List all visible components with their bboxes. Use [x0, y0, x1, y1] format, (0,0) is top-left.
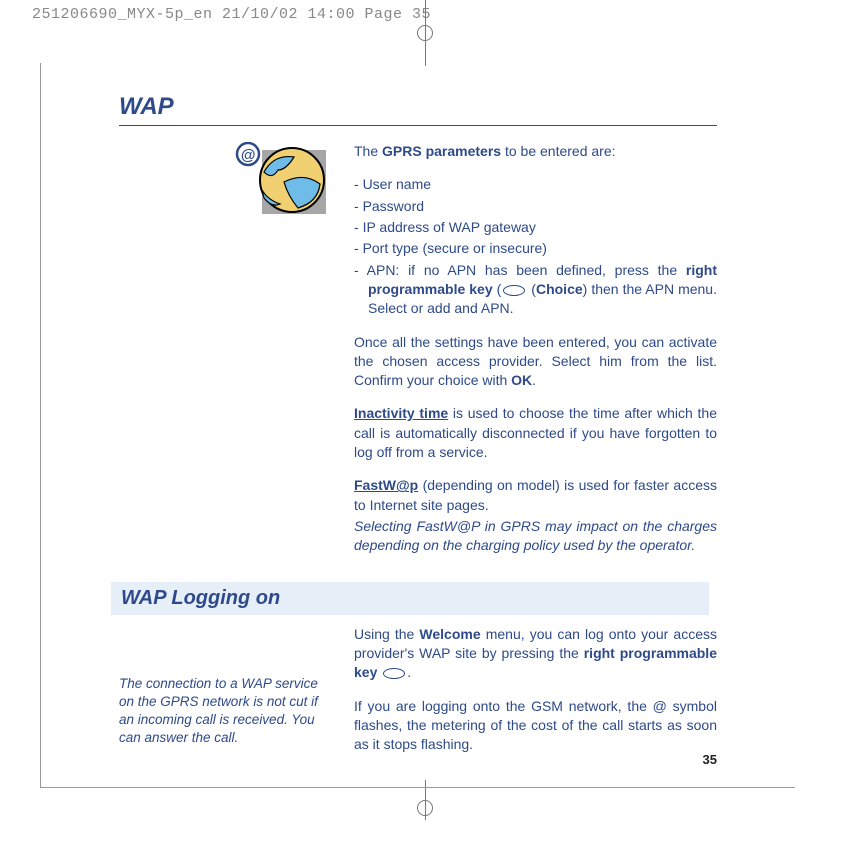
intro-line: The GPRS parameters to be entered are:: [354, 142, 717, 161]
list-item: User name: [354, 175, 717, 194]
section-heading-bar: WAP Logging on: [111, 582, 709, 615]
globe-icon: @: [119, 142, 334, 224]
side-note: The connection to a WAP service on the G…: [119, 675, 334, 748]
page-number: 35: [703, 752, 717, 767]
key-icon: [383, 668, 405, 679]
fastwap-para: FastW@p (depending on model) is used for…: [354, 476, 717, 515]
list-item: APN: if no APN has been defined, press t…: [354, 261, 717, 319]
fastwap-note: Selecting FastW@P in GPRS may impact on …: [354, 517, 717, 556]
activate-para: Once all the settings have been entered,…: [354, 333, 717, 391]
list-item: IP address of WAP gateway: [354, 218, 717, 237]
list-item: Password: [354, 197, 717, 216]
page-title: WAP: [119, 93, 717, 126]
gsm-para: If you are logging onto the GSM network,…: [354, 697, 717, 755]
list-item: Port type (secure or insecure): [354, 239, 717, 258]
print-slug: 251206690_MYX-5p_en 21/10/02 14:00 Page …: [32, 6, 431, 23]
svg-text:@: @: [241, 147, 256, 164]
inactivity-para: Inactivity time is used to choose the ti…: [354, 404, 717, 462]
section-heading: WAP Logging on: [121, 587, 699, 610]
key-icon: [503, 285, 525, 296]
welcome-para: Using the Welcome menu, you can log onto…: [354, 625, 717, 683]
page-content: WAP @ The GPRS parameters to be: [40, 63, 795, 788]
param-list: User name Password IP address of WAP gat…: [354, 175, 717, 318]
